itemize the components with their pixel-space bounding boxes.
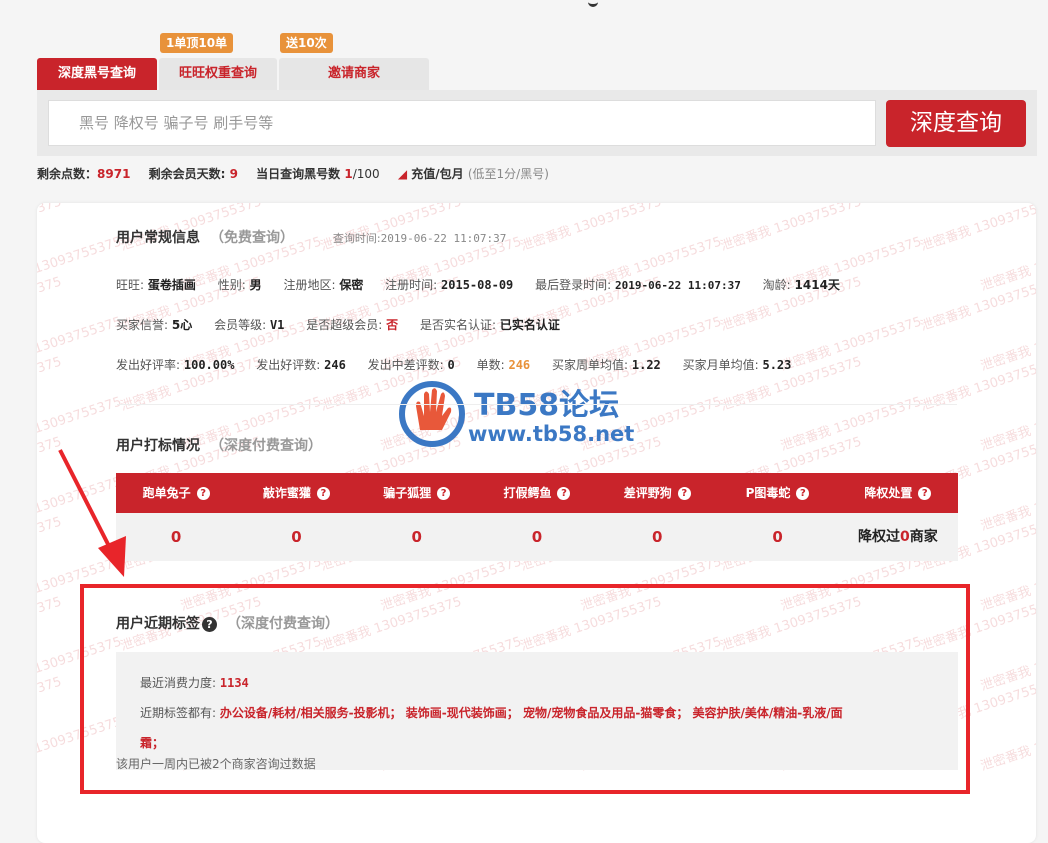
mark-value-scammer: 0: [411, 528, 422, 546]
watermark-text: 泄密番我 13093755375: [37, 234, 124, 295]
mark-value-fake-hunter: 0: [531, 528, 543, 546]
highlight-frame: [80, 584, 970, 794]
mark-header-photo-edit: P图毒蛇?: [717, 473, 837, 513]
help-icon[interactable]: ?: [796, 487, 810, 500]
help-icon[interactable]: ?: [196, 487, 210, 500]
top-cut-glyph: [588, 0, 598, 7]
help-icon[interactable]: ?: [316, 487, 330, 500]
mark-header-scammer: 骗子狐狸?: [357, 473, 477, 513]
watermark-text: 泄密番我 13093755375: [37, 354, 64, 415]
deep-query-button[interactable]: 深度查询: [886, 100, 1026, 147]
mark-header-demote: 降权处置?: [838, 473, 958, 513]
tab-badge-weight: 1单顶10单: [160, 33, 234, 53]
watermark-text: 泄密番我 13093755375: [918, 274, 1036, 335]
mark-value-demote: 降权过0商家: [857, 529, 938, 545]
hand-logo-icon: [399, 381, 465, 447]
watermark-text: 泄密番我 13093755375: [978, 554, 1036, 615]
tab-badge-invite: 送10次: [280, 33, 333, 53]
watermark-text: 泄密番我 13093755375: [778, 394, 924, 455]
watermark-text: 泄密番我 13093755375: [978, 314, 1036, 375]
general-info-title: 用户常规信息 （免费查询） 查询时间:2019-06-22 11:07:37: [116, 230, 507, 246]
tab-deep-black-query[interactable]: 深度黑号查询: [37, 58, 157, 90]
watermark-text: 泄密番我 13093755375: [37, 594, 64, 655]
watermark-text: 泄密番我 13093755375: [37, 203, 64, 254]
section-divider: [117, 404, 957, 405]
tab-wangwang-weight-query[interactable]: 旺旺权重查询: [159, 58, 277, 90]
marks-title: 用户打标情况 （深度付费查询）: [116, 438, 322, 454]
tb58-logo: TB58论坛 www.tb58.net: [398, 378, 653, 450]
marks-table-row: 0 0 0 0 0 0 降权过0商家: [116, 513, 958, 561]
general-row-2: 买家信誉: 5心 会员等级: V1 是否超级会员: 否 是否实名认证: 已实名认…: [116, 318, 560, 332]
help-icon[interactable]: ?: [677, 487, 691, 500]
watermark-text: 泄密番我 13093755375: [37, 274, 64, 335]
watermark-text: 泄密番我 13093755375: [37, 314, 124, 375]
watermark-text: 泄密番我 13093755375: [918, 203, 1036, 255]
marks-table-header: 跑单兔子? 敲诈蜜獾? 骗子狐狸? 打假鳄鱼? 差评野狗? P图毒蛇? 降权处置…: [116, 473, 958, 513]
watermark-text: 泄密番我 13093755375: [37, 674, 64, 735]
mark-header-bad-review: 差评野狗?: [597, 473, 717, 513]
account-stats: 剩余点数：8971 剩余会员天数: 9 当日查询黑号数 1/100 ◢ 充值/包…: [37, 167, 549, 181]
recharge-icon: ◢: [397, 167, 408, 181]
watermark-text: 泄密番我 13093755375: [978, 634, 1036, 695]
recharge-link[interactable]: 充值/包月: [411, 167, 463, 181]
watermark-text: 泄密番我 13093755375: [978, 474, 1036, 535]
watermark-text: 泄密番我 13093755375: [518, 203, 664, 255]
mark-value-photo-edit: 0: [772, 528, 783, 546]
help-icon[interactable]: ?: [437, 487, 451, 500]
watermark-text: 泄密番我 13093755375: [978, 394, 1036, 455]
mark-value-bad-review: 0: [652, 528, 663, 546]
watermark-text: 泄密番我 13093755375: [978, 714, 1036, 775]
help-icon[interactable]: ?: [918, 487, 932, 500]
tab-invite-merchant[interactable]: 邀请商家: [279, 58, 429, 90]
mark-header-fake-hunter: 打假鳄鱼?: [477, 473, 597, 513]
search-input[interactable]: 黑号 降权号 骗子号 刷手号等: [48, 100, 876, 146]
watermark-text: 泄密番我 13093755375: [978, 234, 1036, 295]
general-row-1: 旺旺: 蛋卷插画 性别: 男 注册地区: 保密 注册时间: 2015-08-09…: [116, 278, 840, 292]
watermark-text: 泄密番我 13093755375: [718, 203, 864, 255]
mark-value-extortion: 0: [291, 528, 302, 546]
general-row-3: 发出好评率: 100.00% 发出好评数: 246 发出中差评数: 0 单数: …: [116, 358, 792, 372]
annotation-arrow-icon: [58, 449, 126, 577]
help-icon[interactable]: ?: [557, 487, 571, 500]
mark-header-extortion: 敲诈蜜獾?: [236, 473, 356, 513]
